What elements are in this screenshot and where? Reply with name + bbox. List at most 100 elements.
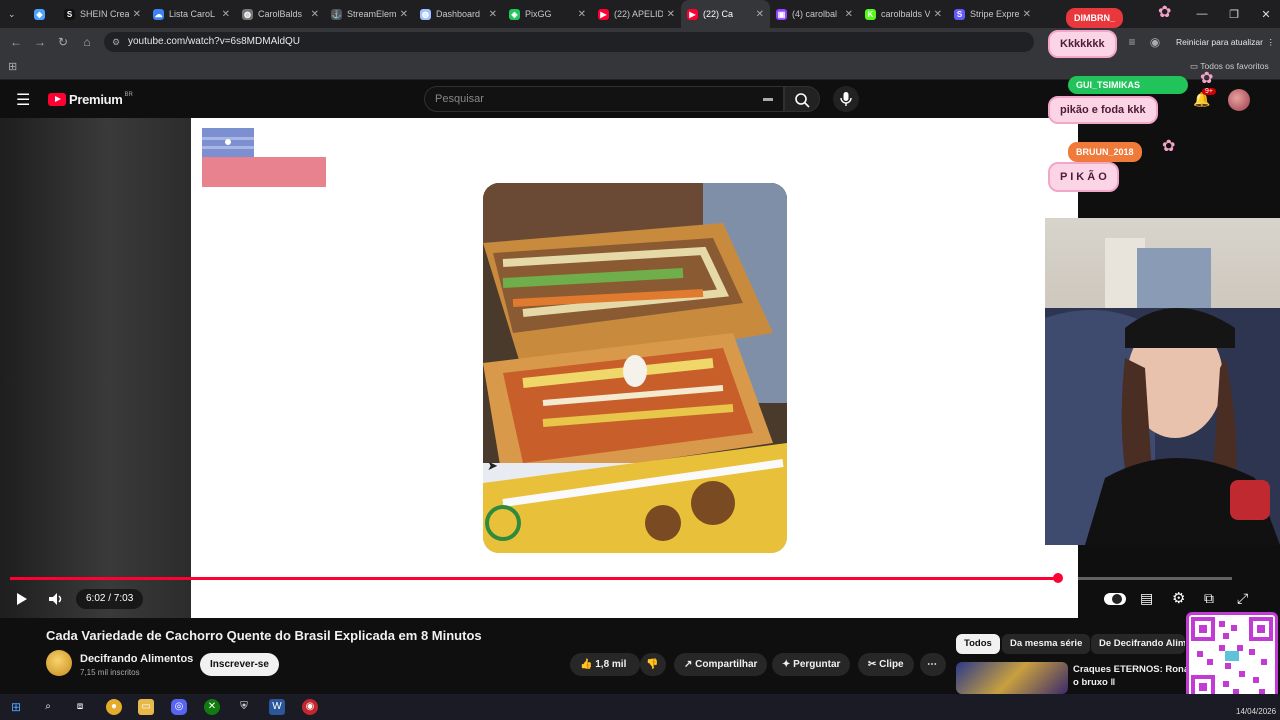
settings-gear-icon[interactable]: ⚙ bbox=[1172, 589, 1185, 607]
browser-tab[interactable]: ▶ (22) APELID ✕ bbox=[592, 0, 681, 28]
hot-dog-photo bbox=[483, 183, 787, 553]
voice-search-button[interactable] bbox=[833, 86, 859, 112]
streamer-webcam bbox=[1045, 218, 1280, 545]
tab-close-icon[interactable]: ✕ bbox=[1023, 9, 1031, 20]
search-button[interactable] bbox=[784, 86, 820, 112]
site-info-icon[interactable]: ⚙ bbox=[112, 32, 120, 52]
account-avatar[interactable] bbox=[1228, 89, 1250, 111]
search-icon[interactable]: ⌕ bbox=[40, 699, 56, 715]
chrome-icon[interactable]: ● bbox=[106, 699, 122, 715]
forward-icon[interactable]: → bbox=[32, 34, 48, 50]
tab-favicon-icon: S bbox=[64, 8, 75, 20]
search-input[interactable]: Pesquisar ▬ bbox=[424, 86, 784, 112]
media-control-icon[interactable]: ≡ bbox=[1124, 34, 1140, 50]
obs-icon[interactable]: ◉ bbox=[302, 699, 318, 715]
address-bar-url: youtube.com/watch?v=6s8MDMAldQU bbox=[128, 36, 301, 47]
share-button[interactable]: ↗ Compartilhar bbox=[674, 653, 768, 676]
apps-grid-icon[interactable]: ⊞ bbox=[8, 60, 17, 73]
tab-close-icon[interactable]: ✕ bbox=[222, 9, 230, 20]
fullscreen-icon[interactable]: ⤢ bbox=[1237, 590, 1248, 607]
chat-message-3-text: P I K Ã O bbox=[1060, 171, 1107, 183]
share-icon: ↗ bbox=[684, 659, 693, 670]
notifications-button[interactable]: 🔔 9+ bbox=[1193, 88, 1216, 109]
channel-avatar[interactable] bbox=[46, 650, 72, 676]
browser-tab[interactable]: ▣ (4) carolbal ✕ bbox=[770, 0, 859, 28]
tab-search-menu[interactable]: ⌄ bbox=[0, 0, 28, 28]
scissors-icon: ✂ bbox=[868, 659, 877, 670]
dislike-button[interactable]: 👎 bbox=[640, 653, 666, 676]
back-icon[interactable]: ← bbox=[8, 34, 24, 50]
task-view-icon[interactable]: ⧈ bbox=[72, 699, 88, 715]
tab-close-icon[interactable]: ✕ bbox=[133, 9, 141, 20]
browser-tab[interactable]: S Stripe Expre ✕ bbox=[948, 0, 1037, 28]
share-label: Compartilhar bbox=[695, 659, 758, 670]
restart-label: Reiniciar para atualizar bbox=[1176, 37, 1263, 47]
tab-favicon-icon: ☁ bbox=[153, 8, 164, 20]
profile-icon[interactable]: ◉ bbox=[1147, 34, 1163, 50]
recommended-thumbnail[interactable] bbox=[956, 662, 1068, 694]
youtube-logo[interactable]: Premium BR bbox=[48, 92, 133, 107]
mute-button[interactable] bbox=[47, 590, 65, 608]
subtitles-icon[interactable]: ▤ bbox=[1140, 590, 1153, 607]
tab-close-icon[interactable]: ✕ bbox=[667, 9, 675, 20]
channel-name[interactable]: Decifrando Alimentos bbox=[80, 653, 193, 665]
miniplayer-icon[interactable]: ⧉ bbox=[1204, 590, 1214, 607]
chip-same-series[interactable]: Da mesma série bbox=[1002, 634, 1091, 654]
chip-from-channel[interactable]: De Decifrando Alim bbox=[1091, 634, 1185, 654]
minimize-icon[interactable]: — bbox=[1186, 0, 1218, 28]
tab-favicon-icon: ⚓ bbox=[331, 8, 342, 20]
browser-tab[interactable]: Kcarolbalds V ✕ bbox=[859, 0, 948, 28]
tab-close-icon[interactable]: ✕ bbox=[934, 9, 942, 20]
xbox-icon[interactable]: ✕ bbox=[204, 699, 220, 715]
chat-user-2: GUI_TSIMIKAS bbox=[1076, 80, 1141, 90]
browser-tab[interactable]: ⚓ StreamElem ✕ bbox=[325, 0, 414, 28]
play-button[interactable] bbox=[12, 590, 30, 608]
tab-close-icon[interactable]: ✕ bbox=[489, 9, 497, 20]
volume-icon bbox=[49, 593, 62, 605]
home-icon[interactable]: ⌂ bbox=[79, 34, 95, 50]
hamburger-menu-icon[interactable]: ☰ bbox=[16, 90, 30, 110]
clip-button[interactable]: ✂ Clipe bbox=[858, 653, 914, 676]
browser-tab[interactable]: ☁ Lista CaroL ✕ bbox=[147, 0, 236, 28]
browser-tab[interactable]: ◈ PixGG ✕ bbox=[503, 0, 592, 28]
recommended-title[interactable]: Craques ETERNOS: Ronald o bruxo ‖ bbox=[1073, 663, 1198, 689]
thumbs-down-icon: 👎 bbox=[646, 659, 659, 670]
more-actions-button[interactable]: ⋯ bbox=[920, 653, 946, 676]
subscribe-button[interactable]: Inscrever-se bbox=[200, 653, 279, 676]
browser-tab[interactable]: ▶ (22) Ca ✕ bbox=[681, 0, 770, 28]
browser-tab[interactable]: S SHEIN Crea ✕ bbox=[58, 0, 147, 28]
country-badge: BR bbox=[124, 91, 133, 98]
tab-title: Lista CaroL bbox=[169, 9, 216, 19]
reload-icon[interactable]: ↻ bbox=[55, 34, 71, 50]
tab-close-icon[interactable]: ✕ bbox=[400, 9, 408, 20]
maximize-icon[interactable]: ❐ bbox=[1218, 0, 1250, 28]
tab-favicon-icon: ◍ bbox=[242, 8, 253, 20]
restart-to-update-button[interactable]: Reiniciar para atualizar ⋮ bbox=[1170, 33, 1277, 51]
word-icon[interactable]: W bbox=[269, 699, 285, 715]
browser-tab[interactable]: ◆ bbox=[28, 0, 58, 28]
like-button[interactable]: 👍 1,8 mil bbox=[570, 653, 640, 676]
browser-tab[interactable]: ◍ CarolBalds ✕ bbox=[236, 0, 325, 28]
tab-close-icon[interactable]: ✕ bbox=[756, 9, 764, 20]
clip-label: Clipe bbox=[879, 659, 904, 670]
browser-tab[interactable]: ◍ Dashboard ✕ bbox=[414, 0, 503, 28]
keyboard-icon[interactable]: ▬ bbox=[763, 87, 773, 111]
autoplay-toggle[interactable] bbox=[1104, 593, 1126, 605]
tab-close-icon[interactable]: ✕ bbox=[311, 9, 319, 20]
chip-all[interactable]: Todos bbox=[956, 634, 1000, 654]
file-explorer-icon[interactable]: ▭ bbox=[138, 699, 154, 715]
tab-close-icon[interactable]: ✕ bbox=[845, 9, 853, 20]
security-shield-icon[interactable]: ⛨ bbox=[236, 699, 252, 715]
window-close-icon[interactable]: ✕ bbox=[1250, 0, 1280, 28]
qr-code[interactable] bbox=[1186, 612, 1278, 704]
address-bar[interactable]: ⚙ youtube.com/watch?v=6s8MDMAldQU bbox=[104, 32, 1034, 52]
ask-label: Perguntar bbox=[793, 659, 841, 670]
discord-icon[interactable]: ◎ bbox=[171, 699, 187, 715]
windows-taskbar bbox=[0, 694, 1280, 720]
windows-start-icon[interactable]: ⊞ bbox=[8, 699, 24, 715]
chat-message-1: Kkkkkkk bbox=[1048, 30, 1117, 58]
tab-close-icon[interactable]: ✕ bbox=[578, 9, 586, 20]
ask-button[interactable]: ✦ Perguntar bbox=[772, 653, 851, 676]
microphone-icon bbox=[840, 92, 852, 106]
tab-favicon-icon: ▶ bbox=[687, 8, 698, 20]
